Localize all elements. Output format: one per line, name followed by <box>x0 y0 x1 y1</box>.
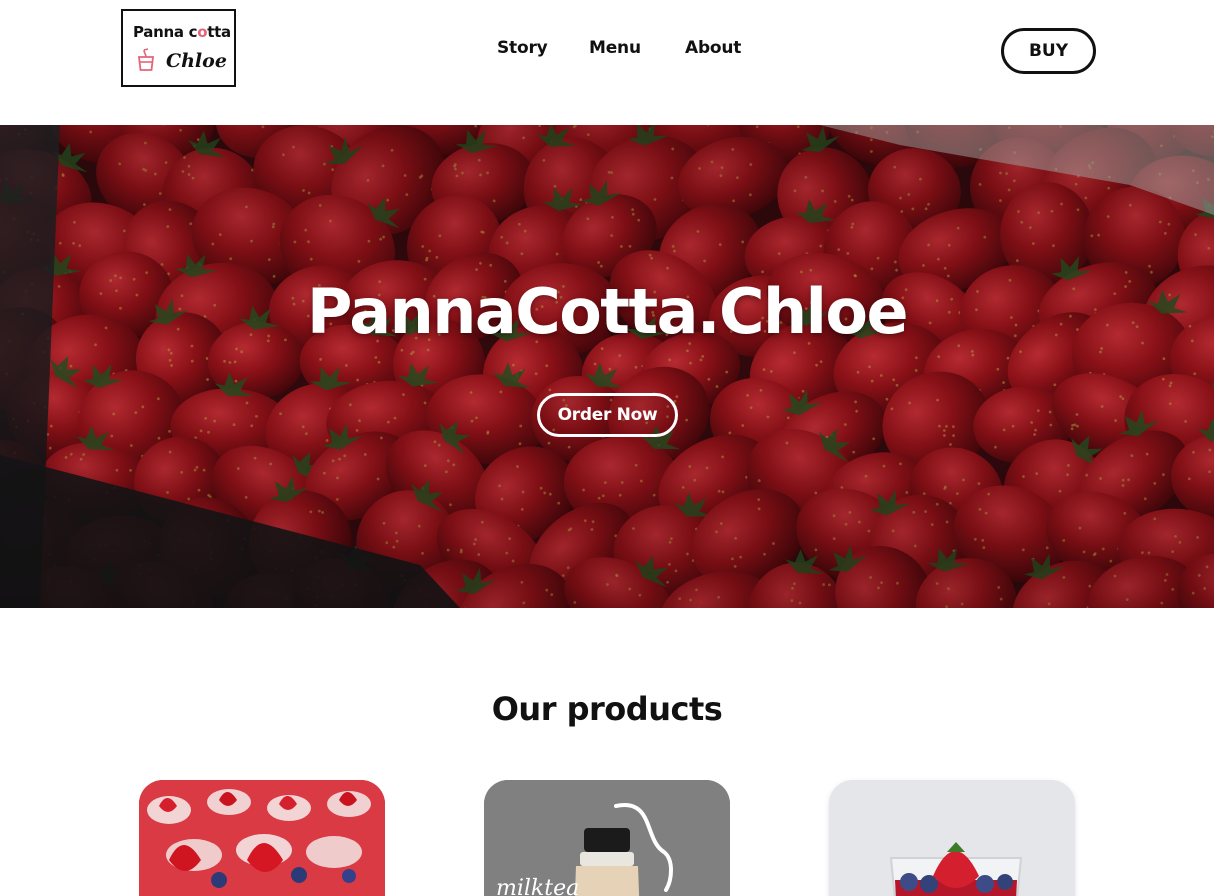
nav-about-link[interactable]: About <box>685 38 741 58</box>
site-header: Panna cotta Chloe Story Menu About BUY <box>0 0 1214 125</box>
panna-cotta-cups-image <box>139 780 385 896</box>
milktea-caption: milktea <box>496 876 580 896</box>
nav-menu-link[interactable]: Menu <box>589 38 641 58</box>
product-card-panna-cotta-cups[interactable] <box>139 780 385 896</box>
nav-story-link[interactable]: Story <box>497 38 548 58</box>
products-heading: Our products <box>491 690 723 728</box>
strawberry-blueberry-cup-image <box>829 780 1075 896</box>
buy-button[interactable]: BUY <box>1001 28 1096 74</box>
product-card-berry-cup[interactable] <box>829 780 1075 896</box>
product-card-milktea[interactable]: milktea <box>484 780 730 896</box>
hero-title: PannaCotta.Chloe <box>306 275 909 348</box>
order-now-button[interactable]: Order Now <box>537 393 678 437</box>
hero-banner: PannaCotta.Chloe Order Now <box>0 125 1214 608</box>
strawberries-background-image <box>0 125 1214 608</box>
